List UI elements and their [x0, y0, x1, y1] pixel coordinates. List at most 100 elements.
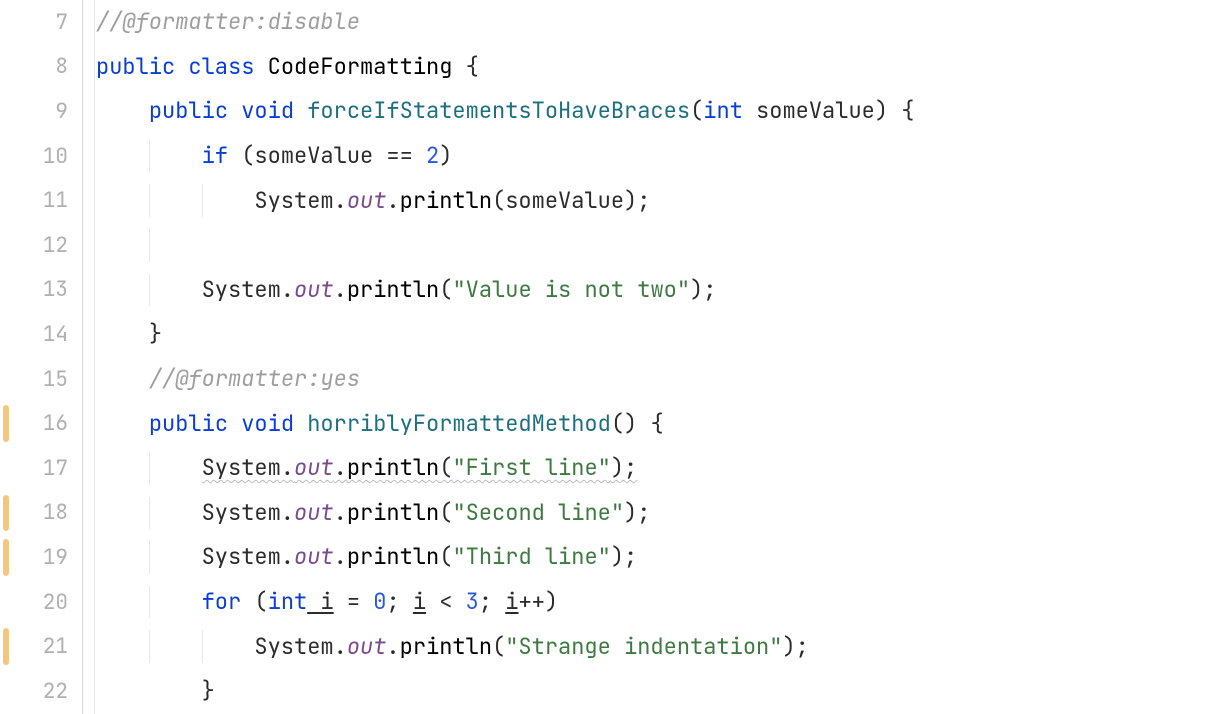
keyword: int — [703, 96, 743, 125]
punctuation: ); — [690, 275, 716, 304]
code-line[interactable]: 22 } — [0, 669, 1226, 714]
number-literal: 3 — [466, 587, 479, 616]
method-name: horriblyFormattedMethod — [307, 409, 611, 438]
code-line[interactable]: 7 //@formatter:disable — [0, 0, 1226, 45]
keyword: public — [149, 96, 228, 125]
variable: someValue — [254, 141, 373, 170]
punctuation: ( — [241, 587, 267, 616]
method-call: println — [347, 498, 439, 527]
line-number: 10 — [0, 146, 82, 167]
punctuation: . — [334, 542, 347, 571]
brace: { — [637, 409, 663, 438]
code-line[interactable]: 14 } — [0, 312, 1226, 357]
punctuation: ( — [439, 453, 452, 482]
code-line[interactable]: 18 System.out.println("Second line"); — [0, 491, 1226, 536]
comment: //@formatter:disable — [96, 7, 360, 36]
string-literal: "Third line" — [452, 542, 610, 571]
code-editor[interactable]: 7 //@formatter:disable 8 public class Co… — [0, 0, 1226, 714]
line-number: 12 — [0, 235, 82, 256]
comment: //@formatter:yes — [149, 364, 360, 393]
qualifier: System. — [202, 498, 294, 527]
operator: == — [373, 141, 426, 170]
qualifier: System. — [202, 275, 294, 304]
line-number: 18 — [0, 502, 82, 523]
string-literal: "Strange indentation" — [505, 632, 782, 661]
code-line[interactable]: 19 System.out.println("Third line"); — [0, 535, 1226, 580]
method-call: println — [347, 542, 439, 571]
keyword: public — [96, 52, 175, 81]
punctuation: . — [386, 632, 399, 661]
keyword: if — [202, 141, 228, 170]
method-name: forceIfStatementsToHaveBraces — [307, 96, 690, 125]
punctuation: ); — [782, 632, 808, 661]
keyword: for — [202, 587, 242, 616]
keyword: public — [149, 409, 228, 438]
operator: < — [426, 587, 466, 616]
field: out — [294, 453, 334, 482]
code-line[interactable]: 12 — [0, 223, 1226, 268]
field: out — [347, 632, 387, 661]
qualifier: System. — [202, 453, 294, 482]
code-line[interactable]: 13 System.out.println("Value is not two"… — [0, 268, 1226, 313]
line-number: 15 — [0, 369, 82, 390]
punctuation: ( — [228, 141, 254, 170]
punctuation: ( — [439, 542, 452, 571]
code-line[interactable]: 8 public class CodeFormatting { — [0, 45, 1226, 90]
punctuation: ( — [439, 498, 452, 527]
punctuation: ; — [479, 587, 505, 616]
punctuation: . — [334, 275, 347, 304]
string-literal: "Second line" — [452, 498, 624, 527]
line-number: 7 — [0, 12, 82, 33]
punctuation: . — [334, 453, 347, 482]
string-literal: "Value is not two" — [452, 275, 690, 304]
qualifier: System. — [254, 632, 346, 661]
code-line[interactable]: 16 public void horriblyFormattedMethod()… — [0, 401, 1226, 446]
punctuation: ); — [611, 542, 637, 571]
operator: = — [334, 587, 374, 616]
code-line[interactable]: 20 for (int i = 0; i < 3; i++) — [0, 580, 1226, 625]
punctuation: ( — [492, 186, 505, 215]
line-number: 16 — [0, 413, 82, 434]
variable: i — [505, 587, 518, 616]
field: out — [294, 275, 334, 304]
line-number: 11 — [0, 190, 82, 211]
code-line[interactable]: 10 if (someValue == 2) — [0, 134, 1226, 179]
punctuation: ) { — [875, 96, 915, 125]
punctuation: () — [611, 409, 637, 438]
keyword: class — [188, 52, 254, 81]
string-literal: "First line" — [452, 453, 610, 482]
code-line[interactable]: 21 System.out.println("Strange indentati… — [0, 624, 1226, 669]
field: out — [294, 542, 334, 571]
parameter: someValue — [743, 96, 875, 125]
variable: i — [307, 587, 333, 616]
brace: } — [202, 676, 215, 705]
punctuation: . — [386, 186, 399, 215]
punctuation: ); — [611, 453, 637, 482]
line-number: 8 — [0, 56, 82, 77]
method-call: println — [400, 632, 492, 661]
number-literal: 2 — [426, 141, 439, 170]
line-number: 9 — [0, 101, 82, 122]
argument: someValue — [505, 186, 624, 215]
code-line[interactable]: 17 System.out.println("First line"); — [0, 446, 1226, 491]
field: out — [294, 498, 334, 527]
method-call: println — [400, 186, 492, 215]
qualifier: System. — [202, 542, 294, 571]
line-number: 22 — [0, 681, 82, 702]
punctuation: ( — [492, 632, 505, 661]
line-number: 21 — [0, 636, 82, 657]
method-call: println — [347, 275, 439, 304]
line-number: 19 — [0, 547, 82, 568]
keyword: int — [268, 587, 308, 616]
code-line[interactable]: 9 public void forceIfStatementsToHaveBra… — [0, 89, 1226, 134]
punctuation: ); — [624, 498, 650, 527]
code-line[interactable]: 15 //@formatter:yes — [0, 357, 1226, 402]
field: out — [347, 186, 387, 215]
code-line[interactable]: 11 System.out.println(someValue); — [0, 178, 1226, 223]
line-number: 13 — [0, 279, 82, 300]
number-literal: 0 — [373, 587, 386, 616]
punctuation: ; — [386, 587, 412, 616]
qualifier: System. — [254, 186, 346, 215]
brace: } — [149, 319, 162, 348]
class-name: CodeFormatting — [268, 52, 453, 81]
